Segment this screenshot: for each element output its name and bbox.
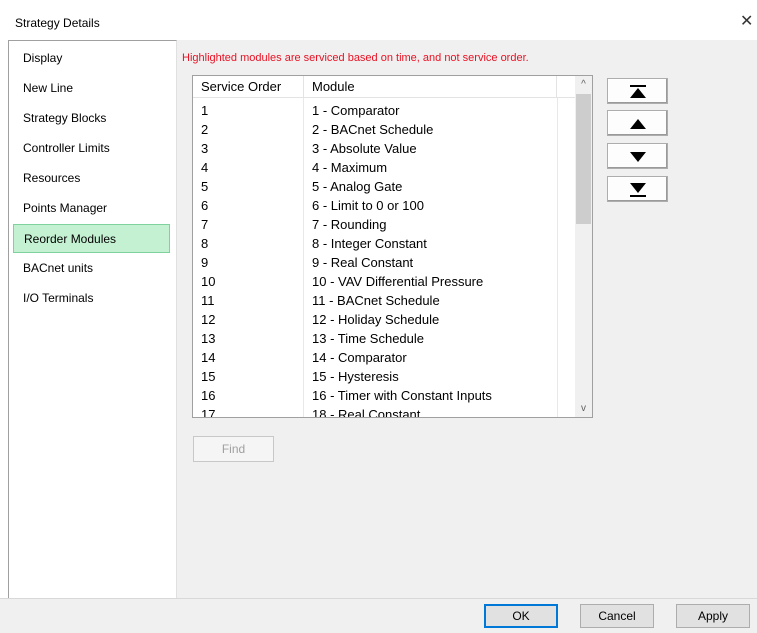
service-order-cell: 6 <box>201 198 209 213</box>
move-to-top-button[interactable] <box>607 78 668 104</box>
arrow-up-icon <box>629 119 646 129</box>
sidebar-item-controller-limits[interactable]: Controller Limits <box>13 134 170 163</box>
list-row[interactable]: 15 15 - Hysteresis <box>193 367 576 386</box>
service-order-cell: 7 <box>201 217 209 232</box>
close-icon[interactable]: ✕ <box>740 11 753 31</box>
service-order-cell: 2 <box>201 122 209 137</box>
scroll-thumb[interactable] <box>576 94 591 224</box>
service-order-cell: 17 <box>201 407 216 418</box>
module-list[interactable]: Service Order Module 1 1 - Comparator 2 2 … <box>192 75 593 418</box>
service-order-cell: 12 <box>201 312 216 327</box>
list-row[interactable]: 13 13 - Time Schedule <box>193 329 576 348</box>
service-order-cell: 13 <box>201 331 216 346</box>
list-row[interactable]: 10 10 - VAV Differential Pressure <box>193 272 576 291</box>
service-order-cell: 5 <box>201 179 209 194</box>
sidebar-item-strategy-blocks[interactable]: Strategy Blocks <box>13 104 170 133</box>
sidebar-item-resources[interactable]: Resources <box>13 164 170 193</box>
service-order-cell: 15 <box>201 369 216 384</box>
move-to-bottom-icon <box>629 183 646 197</box>
list-row[interactable]: 4 4 - Maximum <box>193 158 576 177</box>
list-row[interactable]: 17 18 - Real Constant <box>193 405 576 418</box>
service-order-cell: 10 <box>201 274 216 289</box>
list-row[interactable]: 7 7 - Rounding <box>193 215 576 234</box>
move-up-button[interactable] <box>607 110 668 136</box>
sidebar-item-reorder-modules[interactable]: Reorder Modules <box>13 224 170 253</box>
module-cell: 2 - BACnet Schedule <box>312 122 434 137</box>
module-cell: 6 - Limit to 0 or 100 <box>312 198 424 213</box>
module-cell: 4 - Maximum <box>312 160 388 175</box>
list-row[interactable]: 2 2 - BACnet Schedule <box>193 120 576 139</box>
find-button[interactable]: Find <box>193 436 274 462</box>
scroll-down-icon[interactable]: v <box>575 400 592 417</box>
module-cell: 13 - Time Schedule <box>312 331 425 346</box>
window-title: Strategy Details <box>15 16 100 30</box>
module-cell: 18 - Real Constant <box>312 407 421 418</box>
service-order-cell: 16 <box>201 388 216 403</box>
sidebar-item-bacnet-units[interactable]: BACnet units <box>13 254 170 283</box>
module-cell: 16 - Timer with Constant Inputs <box>312 388 492 403</box>
list-row[interactable]: 14 14 - Comparator <box>193 348 576 367</box>
module-cell: 12 - Holiday Schedule <box>312 312 440 327</box>
highlight-note: Highlighted modules are serviced based o… <box>182 52 529 64</box>
service-order-cell: 9 <box>201 255 209 270</box>
title-bar: Strategy Details ✕ <box>0 0 757 40</box>
list-row[interactable]: 11 11 - BACnet Schedule <box>193 291 576 310</box>
scroll-up-icon[interactable]: ^ <box>575 76 592 93</box>
list-row[interactable]: 6 6 - Limit to 0 or 100 <box>193 196 576 215</box>
column-header-service-order[interactable]: Service Order <box>193 76 304 98</box>
module-cell: 9 - Real Constant <box>312 255 414 270</box>
service-order-cell: 1 <box>201 103 209 118</box>
module-cell: 11 - BACnet Schedule <box>312 293 440 308</box>
module-cell: 10 - VAV Differential Pressure <box>312 274 484 289</box>
move-to-bottom-button[interactable] <box>607 176 668 202</box>
module-cell: 1 - Comparator <box>312 103 400 118</box>
list-row[interactable]: 8 8 - Integer Constant <box>193 234 576 253</box>
list-row[interactable]: 9 9 - Real Constant <box>193 253 576 272</box>
module-cell: 8 - Integer Constant <box>312 236 427 251</box>
sidebar-item-points-manager[interactable]: Points Manager <box>13 194 170 223</box>
column-header-module[interactable]: Module <box>304 76 557 98</box>
sidebar-item-display[interactable]: Display <box>13 44 170 73</box>
module-cell: 3 - Absolute Value <box>312 141 417 156</box>
service-order-cell: 11 <box>201 293 215 308</box>
apply-button[interactable]: Apply <box>676 604 750 628</box>
service-order-cell: 4 <box>201 160 209 175</box>
move-to-top-icon <box>629 85 646 98</box>
module-cell: 5 - Analog Gate <box>312 179 403 194</box>
sidebar-item-new-line[interactable]: New Line <box>13 74 170 103</box>
list-row[interactable]: 1 1 - Comparator <box>193 101 576 120</box>
vertical-scrollbar[interactable]: ^ v <box>575 76 592 417</box>
service-order-cell: 8 <box>201 236 209 251</box>
service-order-cell: 3 <box>201 141 209 156</box>
cancel-button[interactable]: Cancel <box>580 604 654 628</box>
list-row[interactable]: 16 16 - Timer with Constant Inputs <box>193 386 576 405</box>
move-down-button[interactable] <box>607 143 668 169</box>
module-cell: 15 - Hysteresis <box>312 369 399 384</box>
module-cell: 7 - Rounding <box>312 217 387 232</box>
list-row[interactable]: 3 3 - Absolute Value <box>193 139 576 158</box>
arrow-down-icon <box>629 152 646 162</box>
service-order-cell: 14 <box>201 350 216 365</box>
sidebar: Display New Line Strategy Blocks Control… <box>8 40 177 600</box>
ok-button[interactable]: OK <box>484 604 558 628</box>
list-row[interactable]: 12 12 - Holiday Schedule <box>193 310 576 329</box>
module-cell: 14 - Comparator <box>312 350 407 365</box>
list-header: Service Order Module <box>193 76 576 98</box>
list-row[interactable]: 5 5 - Analog Gate <box>193 177 576 196</box>
sidebar-item-io-terminals[interactable]: I/O Terminals <box>13 284 170 313</box>
